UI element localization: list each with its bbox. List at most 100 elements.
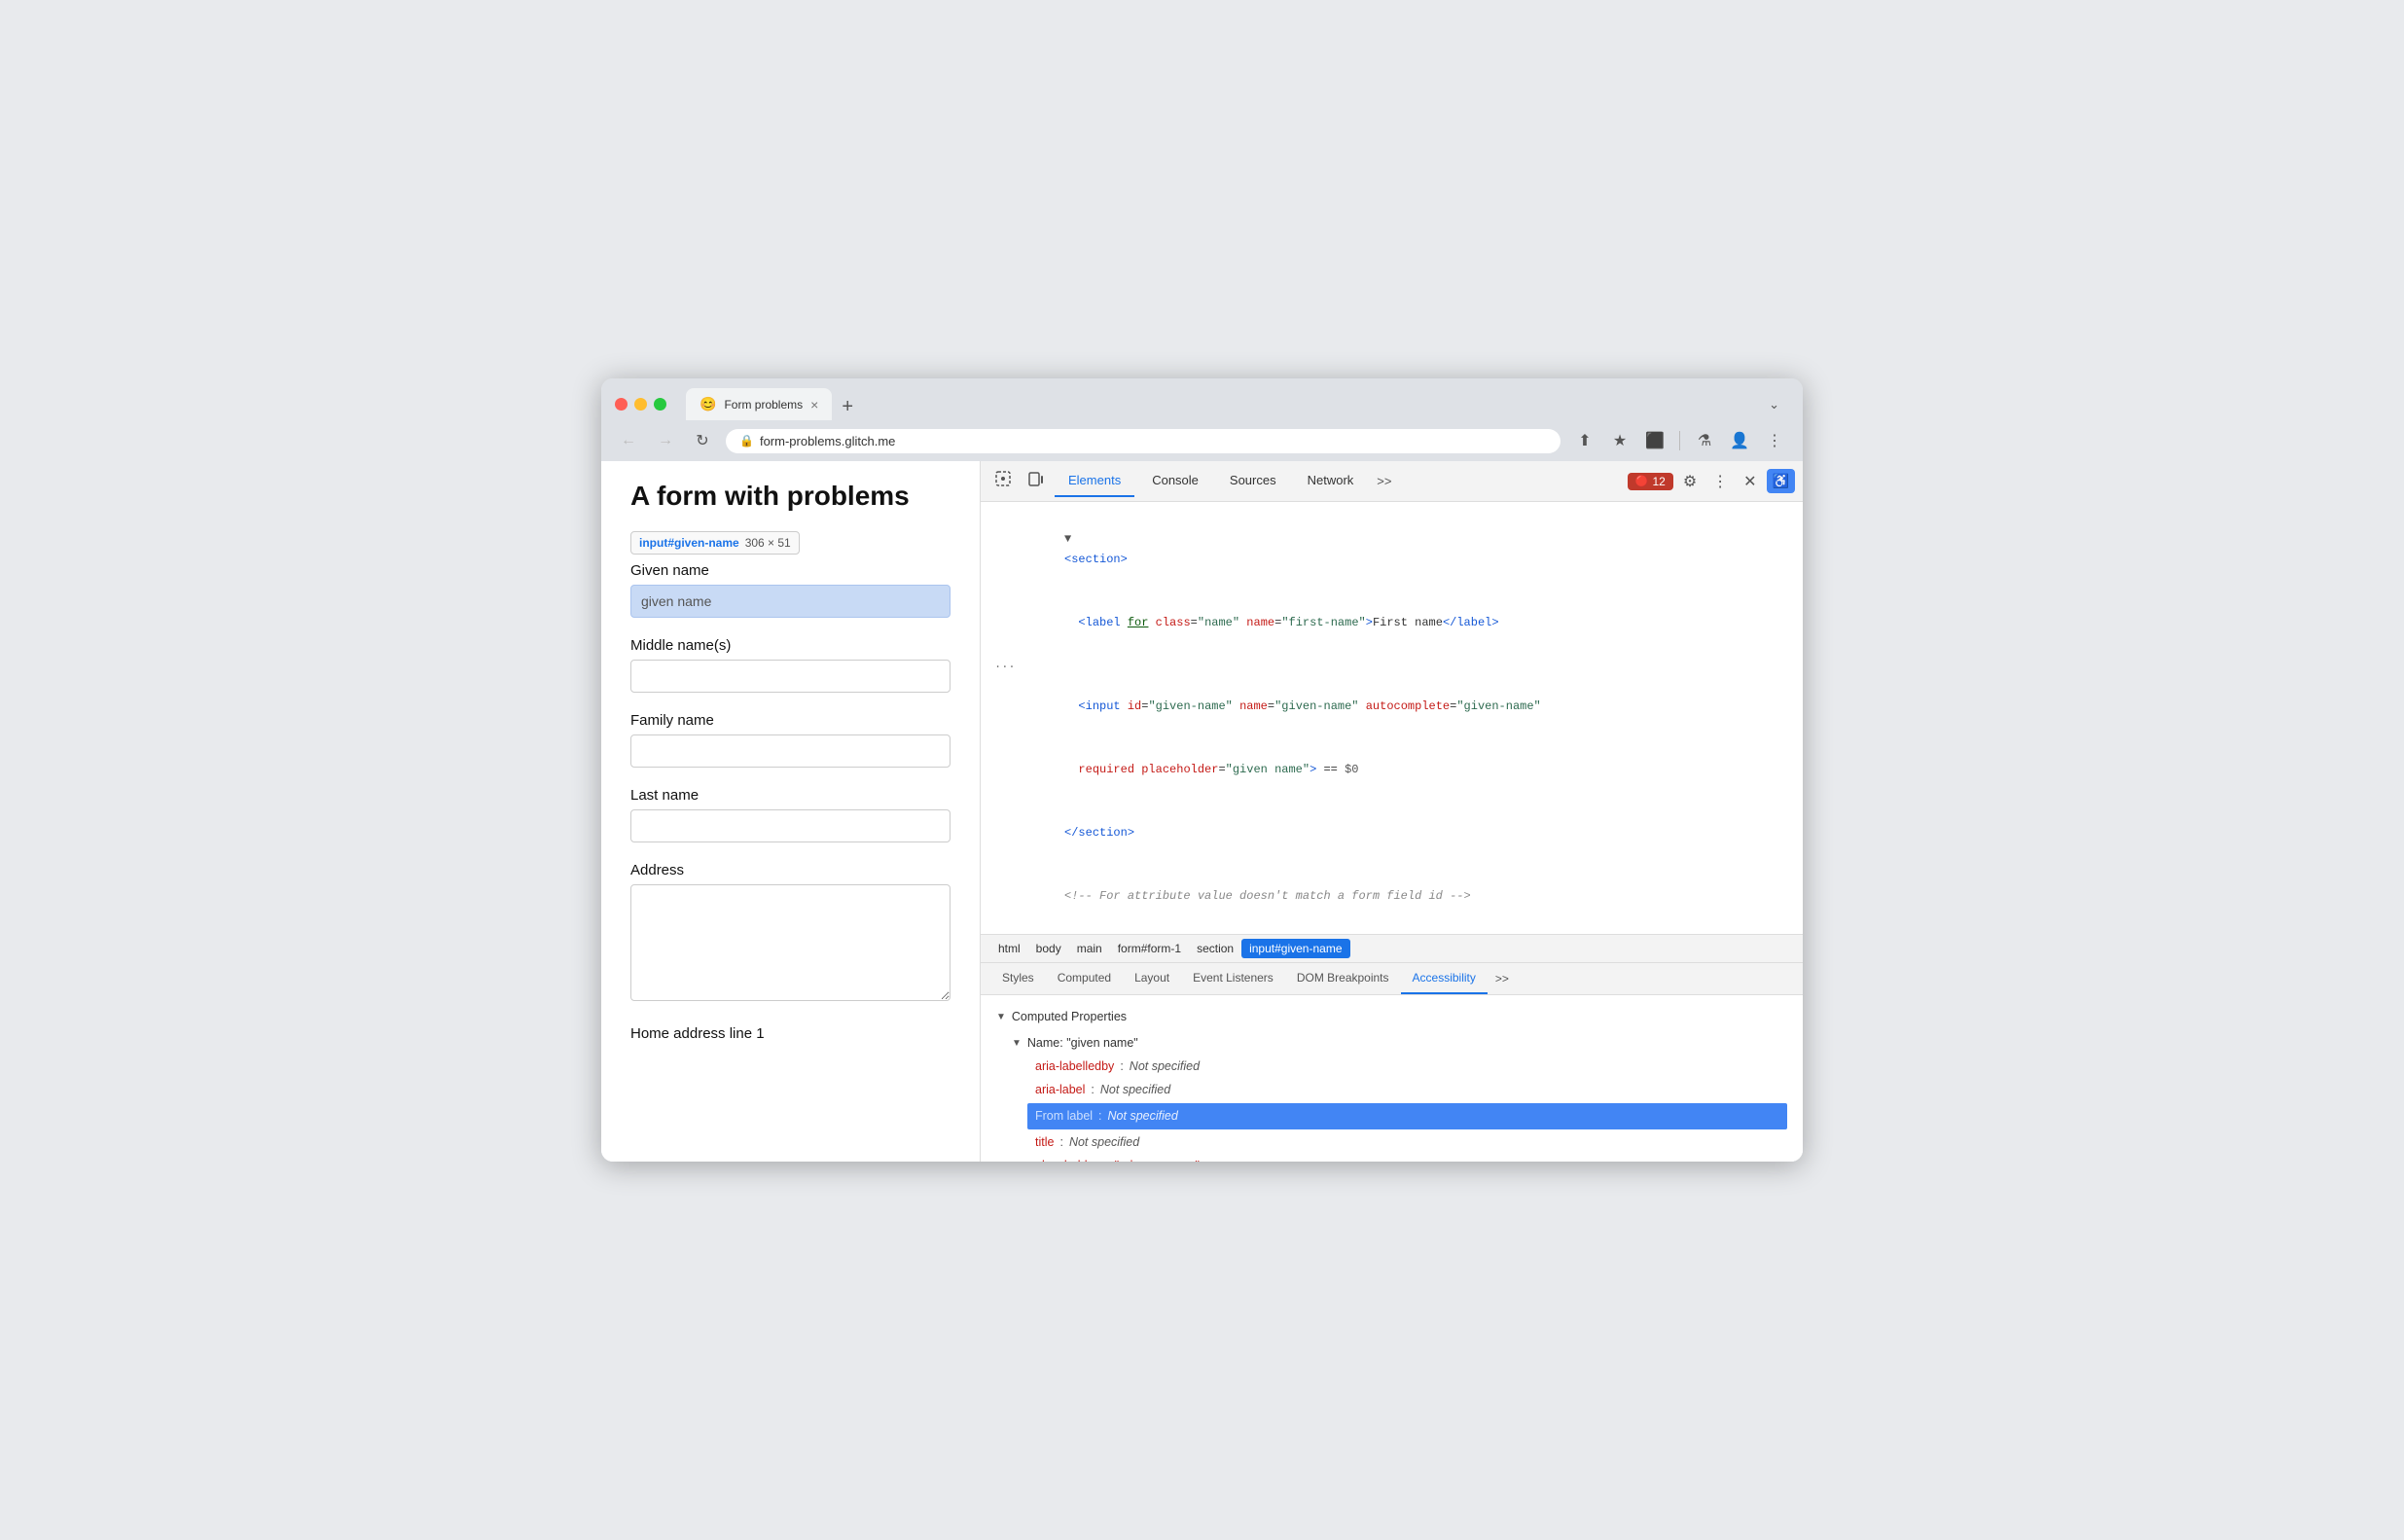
error-icon: 🔴 [1635,475,1649,487]
main-content: A form with problems input#given-name 30… [601,461,1803,1162]
address-textarea[interactable] [630,884,951,1001]
sub-tab-layout[interactable]: Layout [1123,963,1181,994]
aria-labelledby-value: Not specified [1130,1057,1200,1077]
tab-network[interactable]: Network [1294,465,1368,497]
family-name-section: Family name [630,712,951,768]
breadcrumb-input[interactable]: input#given-name [1241,939,1349,958]
tab-dropdown-button[interactable]: ⌄ [1759,393,1789,416]
forward-button[interactable]: → [652,427,679,454]
breadcrumb-html[interactable]: html [990,939,1028,958]
toolbar-actions: ⬆ ★ ⬛ ⚗ 👤 ⋮ [1570,426,1789,455]
breadcrumb-body[interactable]: body [1028,939,1069,958]
html-panel: ▼ <section> <label for class="name" name… [981,502,1803,935]
aria-label-value: Not specified [1100,1080,1170,1100]
name-header-text: Name: "given name" [1027,1033,1138,1054]
given-name-input[interactable] [630,585,951,618]
sub-tab-styles[interactable]: Styles [990,963,1046,994]
tab-title: Form problems [724,398,803,412]
maximize-traffic-light[interactable] [654,398,666,411]
breadcrumb-main[interactable]: main [1069,939,1110,958]
title-value-1: Not specified [1069,1132,1139,1153]
address-bar: ← → ↻ 🔒 form-problems.glitch.me ⬆ ★ ⬛ ⚗ … [601,420,1803,461]
family-name-label: Family name [630,712,951,729]
placeholder-row: placeholder : "given name" [996,1154,1787,1162]
page-title: A form with problems [630,481,951,512]
tab-elements[interactable]: Elements [1055,465,1134,497]
address-input[interactable]: 🔒 form-problems.glitch.me [726,429,1561,453]
devtools-more-button[interactable]: ⋮ [1706,468,1734,495]
tabs-bar: 😊 Form problems × + [686,388,1749,420]
given-name-label: Given name [630,562,951,579]
devtools-settings-button[interactable]: ⚙ [1677,468,1703,495]
sub-tab-accessibility[interactable]: Accessibility [1401,963,1488,994]
middle-name-section: Middle name(s) [630,637,951,693]
placeholder-value: "given name" [1113,1155,1201,1162]
computed-properties-label: Computed Properties [1012,1007,1127,1027]
new-tab-button[interactable]: + [832,393,863,420]
sub-tab-event-listeners[interactable]: Event Listeners [1181,963,1285,994]
html-line-2: <label for class="name" name="first-name… [981,591,1803,655]
menu-button[interactable]: ⋮ [1760,426,1789,455]
tab-favicon: 😊 [700,396,716,412]
inspect-element-button[interactable] [988,466,1018,496]
accessibility-button[interactable]: ♿ [1767,469,1795,493]
aria-labelledby-name: aria-labelledby [1035,1057,1114,1077]
html-line-4: required placeholder="given name"> == $0 [981,739,1803,803]
extensions-button[interactable]: ⬛ [1640,426,1669,455]
sub-tab-dom-breakpoints[interactable]: DOM Breakpoints [1285,963,1401,994]
home-address-section: Home address line 1 [630,1025,951,1042]
last-name-input[interactable] [630,809,951,842]
profile-button[interactable]: 👤 [1725,426,1754,455]
middle-name-input[interactable] [630,660,951,693]
name-arrow-icon: ▼ [1012,1035,1022,1052]
active-tab[interactable]: 😊 Form problems × [686,388,832,420]
html-line-1: ▼ <section> [981,508,1803,591]
aria-labelledby-row: aria-labelledby : Not specified [996,1056,1787,1078]
family-name-input[interactable] [630,734,951,768]
title-name-1: title [1035,1132,1054,1153]
separator [1679,431,1680,450]
from-label-value: Not specified [1108,1106,1178,1127]
address-label: Address [630,862,951,878]
aria-label-row: aria-label : Not specified [996,1079,1787,1101]
devtools-close-button[interactable]: ✕ [1738,468,1762,495]
html-line-3: <input id="given-name" name="given-name"… [981,676,1803,739]
breadcrumb-form[interactable]: form#form-1 [1110,939,1189,958]
close-traffic-light[interactable] [615,398,628,411]
computed-properties-header[interactable]: ▼ Computed Properties [996,1007,1787,1027]
html-dots: ... [981,655,1803,676]
element-tooltip: input#given-name 306 × 51 [630,531,800,555]
given-name-section: Given name [630,562,951,618]
home-address-label: Home address line 1 [630,1025,951,1042]
name-header[interactable]: ▼ Name: "given name" [996,1033,1787,1054]
share-button[interactable]: ⬆ [1570,426,1599,455]
breadcrumb-section[interactable]: section [1189,939,1241,958]
aria-label-name: aria-label [1035,1080,1085,1100]
bookmark-button[interactable]: ★ [1605,426,1634,455]
lock-icon: 🔒 [739,434,754,448]
devtools-panel: Elements Console Sources Network >> 🔴 12… [981,461,1803,1162]
tab-close-button[interactable]: × [810,397,818,412]
tooltip-size: 306 × 51 [745,536,791,550]
lab-button[interactable]: ⚗ [1690,426,1719,455]
title-row-1: title : Not specified [996,1131,1787,1154]
middle-name-label: Middle name(s) [630,637,951,654]
reload-button[interactable]: ↻ [689,427,716,454]
tab-console[interactable]: Console [1138,465,1212,497]
from-label-row-highlighted: From label : Not specified [1027,1103,1787,1129]
back-button[interactable]: ← [615,427,642,454]
title-bar: 😊 Form problems × + ⌄ [601,378,1803,420]
device-toolbar-button[interactable] [1022,466,1051,496]
minimize-traffic-light[interactable] [634,398,647,411]
webpage-panel: A form with problems input#given-name 30… [601,461,981,1162]
devtools-top-bar: Elements Console Sources Network >> 🔴 12… [981,461,1803,502]
sub-tab-more-button[interactable]: >> [1489,964,1515,993]
tooltip-element-name: input#given-name [639,536,739,550]
breadcrumb-bar: html body main form#form-1 section input… [981,935,1803,963]
html-line-5: </section> [981,802,1803,865]
sub-tab-computed[interactable]: Computed [1046,963,1123,994]
sub-panel-tabs: Styles Computed Layout Event Listeners D… [981,963,1803,995]
address-text: form-problems.glitch.me [760,434,895,448]
devtools-more-tabs-button[interactable]: >> [1371,466,1397,496]
tab-sources[interactable]: Sources [1216,465,1290,497]
